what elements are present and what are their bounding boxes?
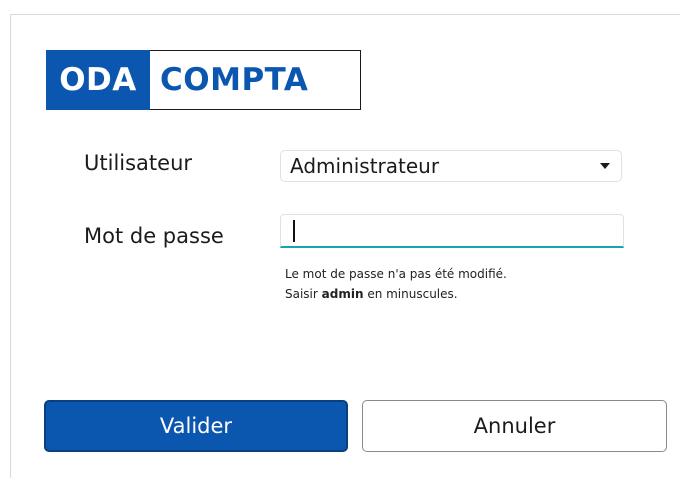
login-dialog: ODA COMPTA Utilisateur Administrateur Mo… (0, 0, 688, 478)
user-select-value: Administrateur (290, 154, 440, 178)
hint-line-2: Saisir admin en minuscules. (285, 284, 507, 304)
app-logo: ODA COMPTA (46, 50, 361, 110)
user-label: Utilisateur (84, 151, 193, 175)
chevron-down-icon[interactable] (600, 163, 610, 169)
window-edge-top (10, 14, 680, 15)
hint-line-1: Le mot de passe n'a pas été modifié. (285, 267, 507, 281)
window-edge-left (10, 14, 11, 478)
user-select[interactable]: Administrateur (280, 150, 622, 182)
validate-button[interactable]: Valider (44, 400, 348, 452)
logo-compta: COMPTA (150, 50, 361, 110)
text-cursor (293, 220, 295, 242)
logo-oda: ODA (46, 50, 150, 110)
cancel-button[interactable]: Annuler (362, 400, 667, 452)
hint-prefix: Saisir (285, 287, 322, 301)
password-hint: Le mot de passe n'a pas été modifié. Sai… (285, 264, 507, 304)
password-label: Mot de passe (84, 224, 224, 248)
password-input[interactable] (280, 214, 624, 248)
hint-suffix: en minuscules. (363, 287, 458, 301)
hint-bold: admin (321, 287, 364, 301)
